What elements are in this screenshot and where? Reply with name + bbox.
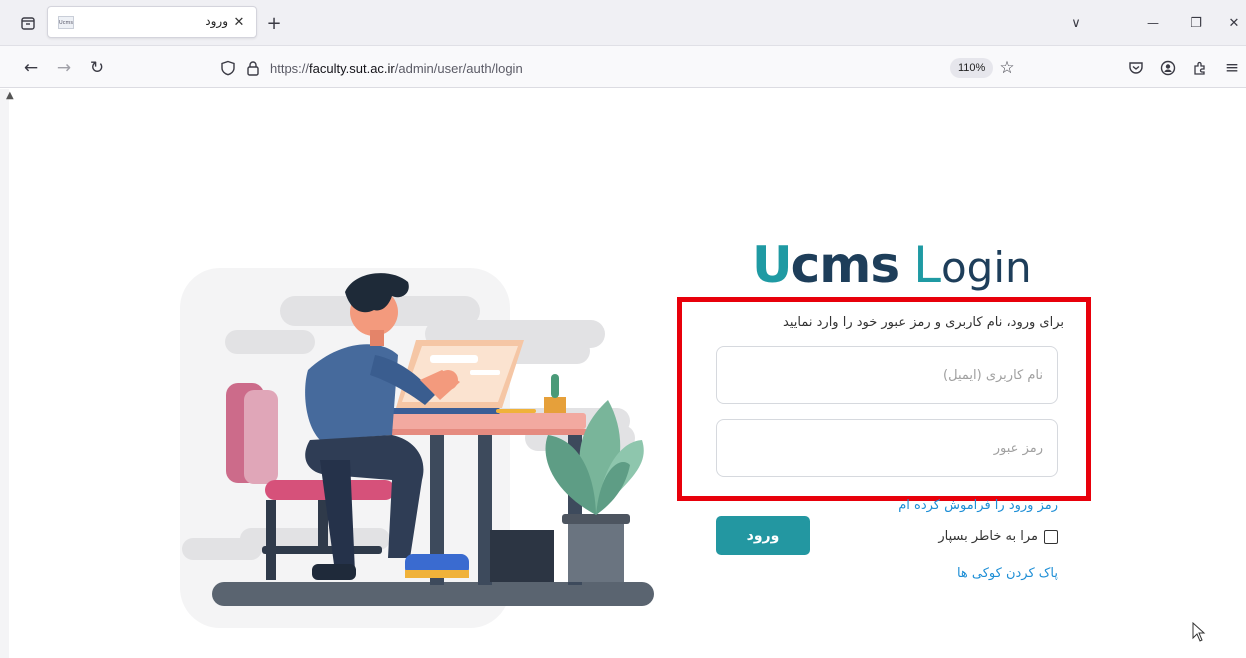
window-close-icon[interactable]: ✕ (1224, 13, 1244, 33)
site-favicon-icon: Ucms (58, 16, 74, 29)
minimize-icon[interactable]: — (1142, 13, 1164, 33)
checkbox-icon[interactable] (1044, 529, 1058, 544)
bookmark-star-icon[interactable]: ☆ (996, 57, 1018, 79)
logo-l: L (913, 236, 941, 294)
restore-icon[interactable]: ❐ (1185, 13, 1207, 33)
url-host: faculty.sut.ac.ir (309, 61, 395, 76)
tracking-protection-icon[interactable] (218, 58, 238, 78)
url-text[interactable]: https://faculty.sut.ac.ir/admin/user/aut… (270, 61, 523, 76)
login-illustration (180, 268, 654, 628)
logo-u: U (752, 236, 793, 294)
forgot-password-link[interactable]: رمز ورود را فراموش کرده ام (898, 498, 1058, 513)
remember-me-label: مرا به خاطر بسپار (938, 529, 1038, 544)
reload-icon[interactable]: ↻ (86, 57, 108, 79)
scrollbar-track[interactable] (0, 89, 9, 658)
tab-title: ورود (205, 14, 228, 28)
back-icon[interactable]: ← (20, 57, 42, 79)
tab-overview-icon[interactable] (18, 13, 38, 33)
forward-icon[interactable]: → (53, 57, 75, 79)
login-button[interactable]: ورود (716, 516, 810, 555)
active-tab[interactable]: Ucms ورود ✕ (47, 6, 257, 38)
highlight-box (677, 297, 1091, 501)
scroll-up-icon[interactable]: ▲ (6, 90, 14, 101)
ucms-login-logo: Ucms Login (752, 236, 1032, 302)
remember-me-checkbox[interactable]: مرا به خاطر بسپار (938, 529, 1058, 544)
tab-list-icon[interactable]: ∨ (1066, 13, 1086, 33)
new-tab-icon[interactable]: + (263, 12, 285, 34)
tab-close-icon[interactable]: ✕ (230, 12, 248, 32)
logo-cms: cms (790, 236, 900, 294)
url-scheme: https:// (270, 61, 310, 76)
clear-cookies-link[interactable]: پاک کردن کوکی ها (957, 566, 1058, 581)
pocket-icon[interactable] (1126, 58, 1146, 78)
mouse-pointer-icon (1192, 622, 1206, 642)
lock-icon[interactable] (243, 58, 263, 78)
logo-ogin: ogin (940, 243, 1032, 292)
extensions-icon[interactable] (1190, 58, 1210, 78)
zoom-level-badge[interactable]: 110% (950, 58, 994, 78)
account-icon[interactable] (1158, 58, 1178, 78)
tab-strip: Ucms ورود ✕ + ∨ — ❐ ✕ (0, 0, 1246, 46)
app-menu-icon[interactable]: ≡ (1222, 57, 1242, 79)
url-path: /admin/user/auth/login (394, 61, 523, 76)
